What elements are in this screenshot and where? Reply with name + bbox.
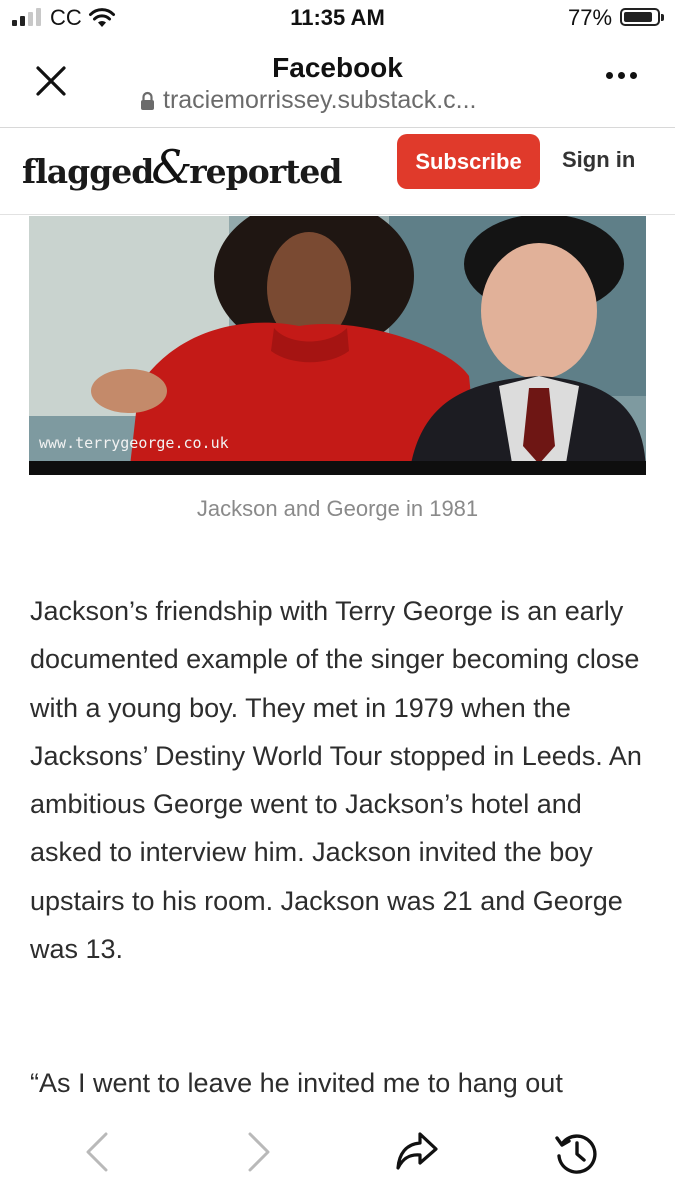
share-icon[interactable] [394,1130,440,1174]
url-text: traciemorrissey.substack.c... [163,86,477,114]
battery-icon [620,8,664,26]
article-paragraph: “As I went to leave he invited me to han… [30,1068,563,1098]
photo-caption: Jackson and George in 1981 [196,496,479,521]
sign-in-link[interactable]: Sign in [562,147,635,173]
status-bar: CC 11:35 AM 77% [0,0,675,36]
article-body: Jackson’s friendship with Terry George i… [30,587,645,973]
battery-percent: 77% [568,5,613,30]
more-options-icon[interactable] [606,72,637,79]
article-paragraph: Jackson’s friendship with Terry George i… [30,596,642,965]
url-bar[interactable]: traciemorrissey.substack.c... [140,86,477,115]
photo-watermark: www.terrygeorge.co.uk [39,434,229,452]
lock-icon [141,91,154,110]
history-icon[interactable] [554,1130,600,1176]
article-photo: www.terrygeorge.co.uk [29,216,646,475]
browser-title: Facebook [272,52,403,83]
site-logo[interactable]: flagged&reported [22,140,342,194]
divider [0,214,675,215]
forward-icon[interactable] [244,1130,274,1174]
back-icon[interactable] [82,1130,112,1174]
subscribe-button[interactable]: Subscribe [397,134,540,189]
browser-toolbar [0,1110,675,1200]
photo-illustration: www.terrygeorge.co.uk [29,216,646,475]
divider [0,127,675,128]
